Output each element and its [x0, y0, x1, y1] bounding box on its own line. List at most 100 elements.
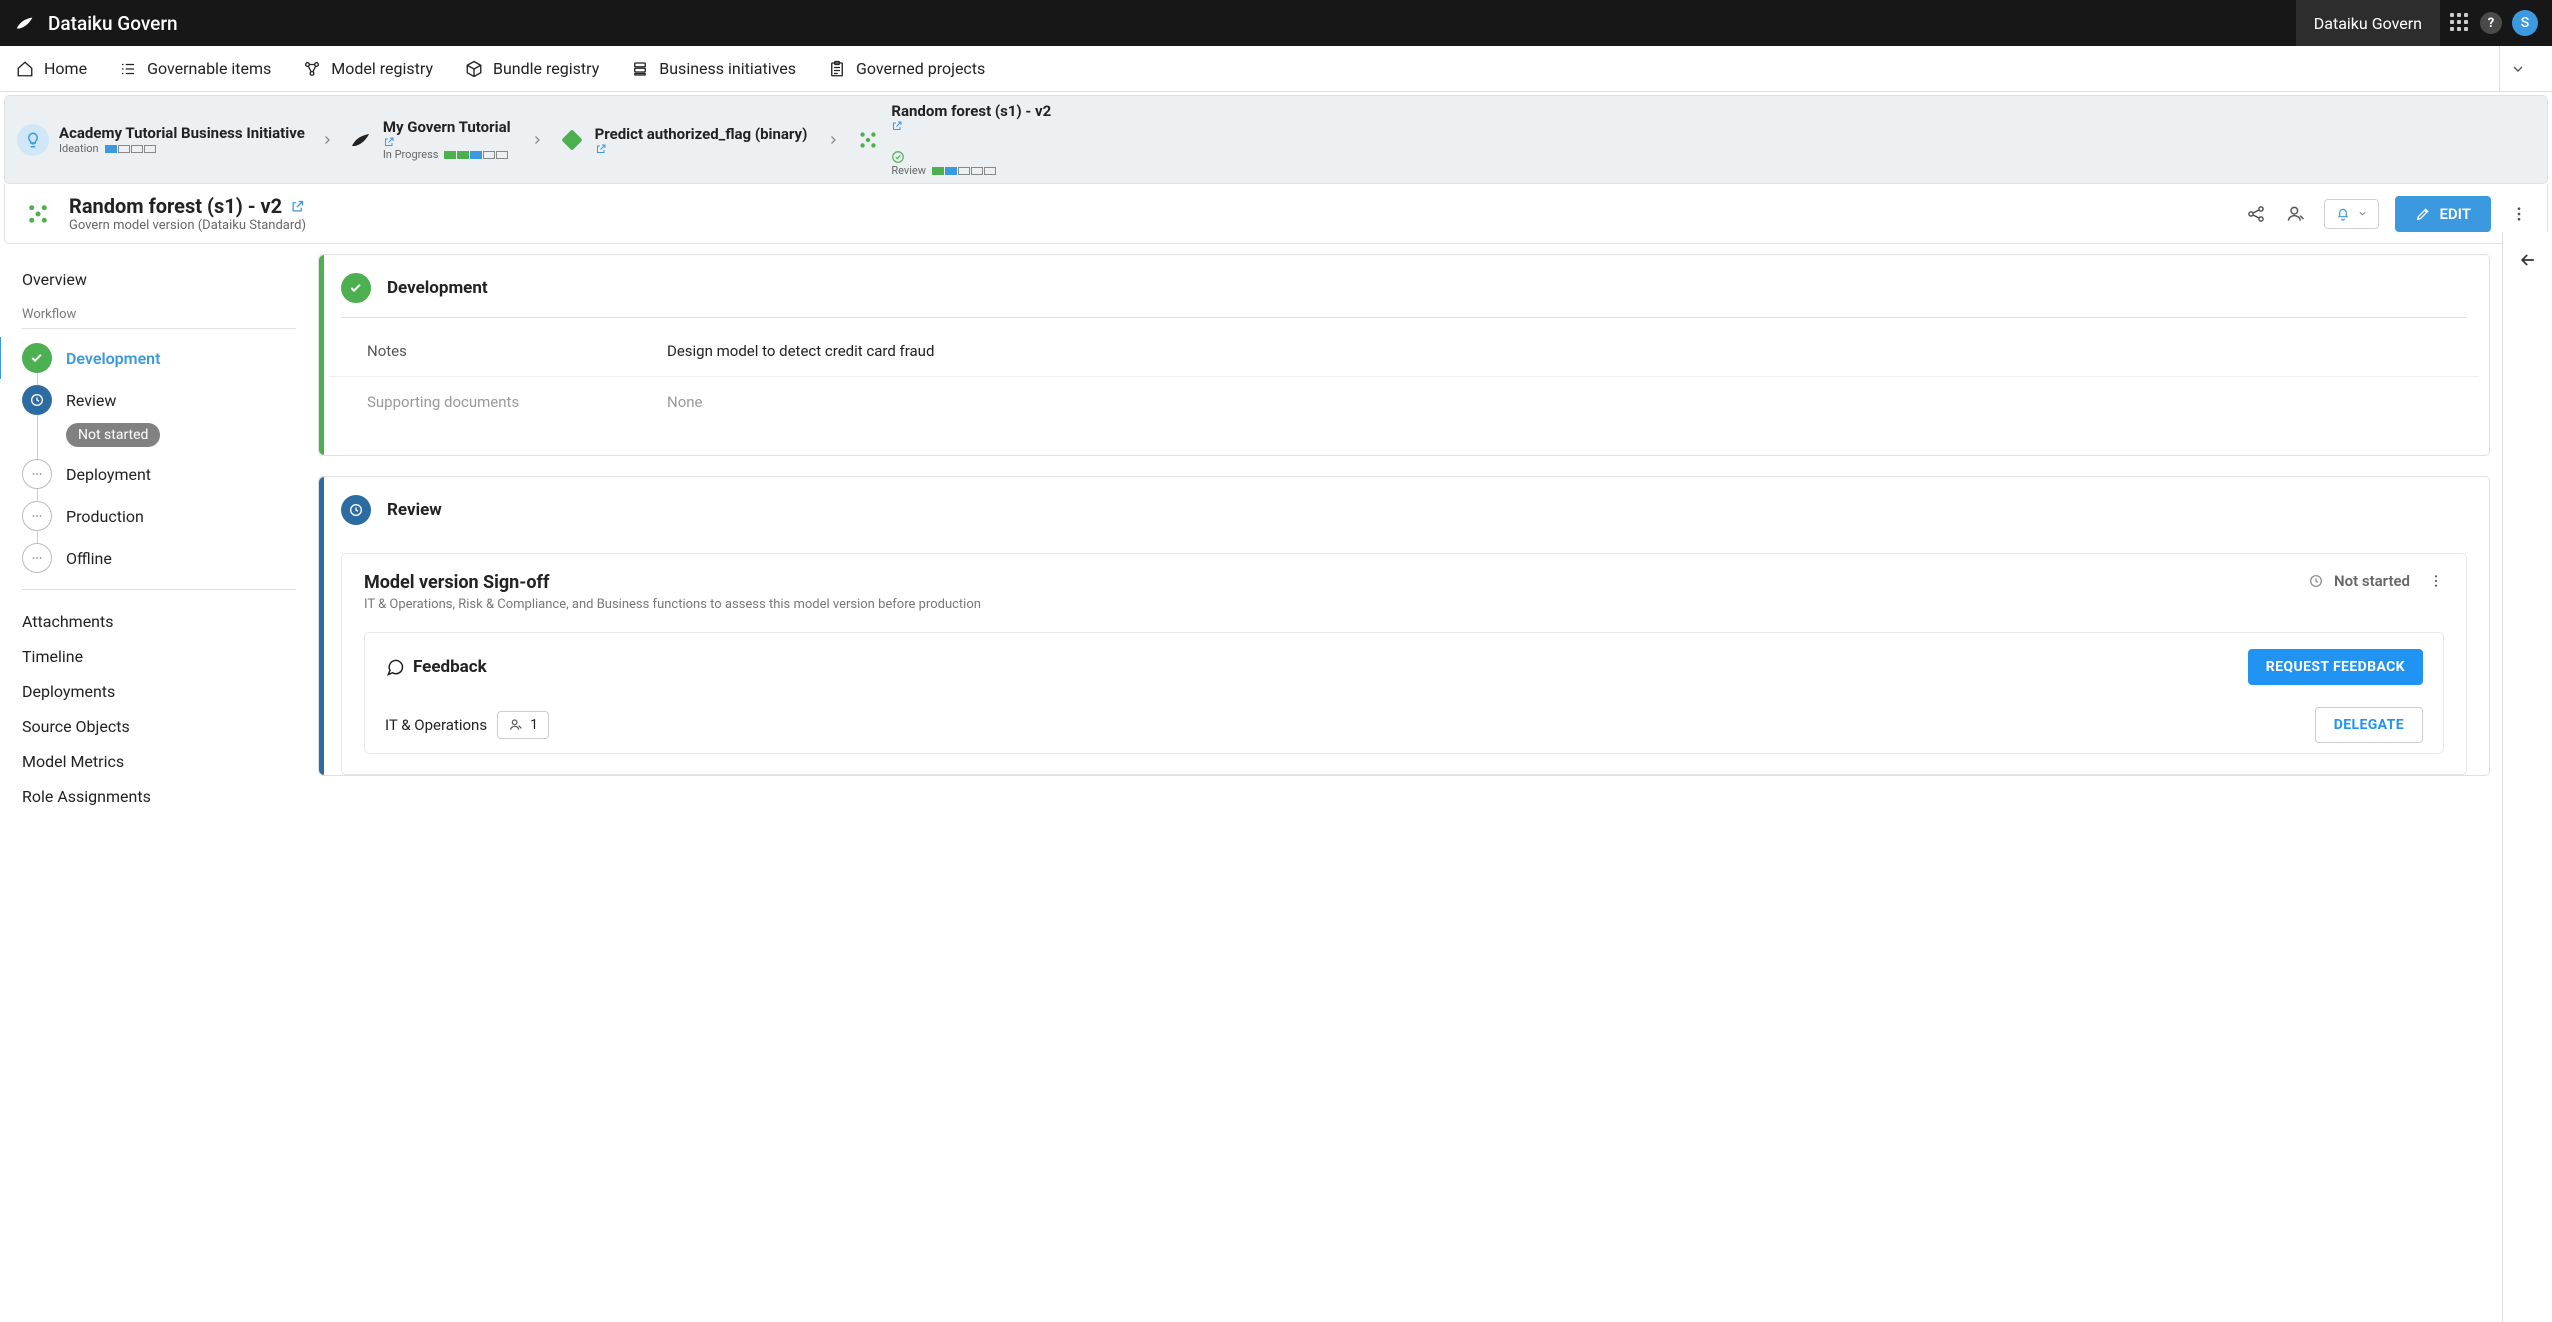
field-label-notes: Notes	[367, 342, 667, 360]
sidebar-role-assignments[interactable]: Role Assignments	[22, 779, 296, 814]
page-header: Random forest (s1) - v2 Govern model ver…	[4, 184, 2548, 244]
workflow-label: Development	[66, 349, 160, 368]
user-icon	[508, 717, 524, 733]
assignee-chip[interactable]: 1	[497, 711, 549, 739]
more-menu-icon[interactable]	[2428, 573, 2444, 589]
workflow-label: Offline	[66, 549, 112, 568]
card-stripe	[319, 255, 324, 455]
breadcrumb-title: Predict authorized_flag (binary)	[595, 125, 808, 143]
workflow-step-offline[interactable]: Offline	[22, 537, 296, 579]
workflow-label: Production	[66, 507, 144, 526]
arrow-left-icon[interactable]	[2518, 250, 2538, 1322]
nav-expand-chevron[interactable]	[2499, 46, 2536, 92]
card-title: Review	[387, 500, 442, 520]
delegate-button[interactable]: DELEGATE	[2315, 707, 2423, 743]
edit-button[interactable]: EDIT	[2395, 196, 2491, 232]
signoff-title: Model version Sign-off	[364, 572, 981, 593]
development-card: Development Notes Design model to detect…	[318, 254, 2490, 456]
model-version-icon	[855, 127, 881, 153]
check-icon	[341, 273, 371, 303]
nav-projects-label: Governed projects	[856, 59, 985, 78]
clock-icon	[22, 385, 52, 415]
nav-model-registry[interactable]: Model registry	[303, 59, 433, 78]
breadcrumb-item-model[interactable]: Predict authorized_flag (binary)	[559, 125, 812, 155]
breadcrumb-item-model-version[interactable]: Random forest (s1) - v2 Review	[855, 102, 1055, 177]
workflow-step-review[interactable]: Review	[22, 379, 296, 421]
signoff-status-text: Not started	[2334, 572, 2410, 590]
pencil-icon	[2415, 206, 2431, 222]
assignee-count: 1	[530, 717, 538, 733]
card-title: Development	[387, 278, 488, 298]
sidebar-timeline[interactable]: Timeline	[22, 639, 296, 674]
dots-icon	[22, 543, 52, 573]
lightbulb-icon	[17, 124, 49, 156]
dots-icon	[22, 459, 52, 489]
chevron-down-icon	[2357, 208, 2368, 219]
nav-business-initiatives[interactable]: Business initiatives	[631, 59, 796, 78]
request-feedback-button[interactable]: REQUEST FEEDBACK	[2248, 649, 2423, 685]
nav-bundle-registry[interactable]: Bundle registry	[465, 59, 599, 78]
nav-home-label: Home	[44, 59, 87, 78]
sidebar-model-metrics[interactable]: Model Metrics	[22, 744, 296, 779]
status-badge: Not started	[66, 423, 160, 447]
chat-icon	[385, 657, 405, 677]
breadcrumb-sub: Ideation	[59, 142, 99, 155]
external-link-icon[interactable]	[891, 120, 1055, 132]
field-value-docs: None	[667, 393, 703, 411]
page-title: Random forest (s1) - v2	[69, 194, 282, 218]
workflow-label: Review	[66, 391, 116, 410]
apps-grid-icon[interactable]	[2450, 13, 2470, 33]
nav-home[interactable]: Home	[16, 59, 87, 78]
sidebar-source-objects[interactable]: Source Objects	[22, 709, 296, 744]
breadcrumb-item-initiative[interactable]: Academy Tutorial Business Initiative Ide…	[17, 124, 305, 156]
app-title: Dataiku Govern	[48, 12, 178, 35]
chevron-right-icon	[315, 134, 339, 146]
share-icon[interactable]	[2244, 202, 2268, 226]
more-menu-icon[interactable]	[2507, 202, 2531, 226]
signoff-desc: IT & Operations, Risk & Compliance, and …	[364, 597, 981, 612]
sidebar-workflow-header: Workflow	[22, 297, 296, 329]
check-circle-icon	[891, 150, 1055, 164]
breadcrumb-sub: In Progress	[383, 148, 439, 161]
clipboard-icon	[828, 60, 846, 78]
breadcrumb-title: Academy Tutorial Business Initiative	[59, 124, 305, 142]
progress-indicator	[932, 167, 996, 175]
instance-switcher[interactable]: Dataiku Govern	[2296, 0, 2440, 46]
model-icon	[303, 60, 321, 78]
sidebar-overview[interactable]: Overview	[22, 262, 296, 297]
field-label-docs: Supporting documents	[367, 393, 667, 411]
nav-governable-items[interactable]: Governable items	[119, 59, 271, 78]
workflow-step-production[interactable]: Production	[22, 495, 296, 537]
review-card: Review Model version Sign-off IT & Opera…	[318, 476, 2490, 776]
clock-outline-icon	[2308, 573, 2324, 589]
feedback-role: IT & Operations	[385, 716, 487, 734]
topbar: Dataiku Govern Dataiku Govern ? S	[0, 0, 2552, 46]
workflow-label: Deployment	[66, 465, 151, 484]
notifications-dropdown[interactable]	[2324, 199, 2379, 229]
user-role-icon[interactable]	[2284, 202, 2308, 226]
workflow-step-deployment[interactable]: Deployment	[22, 453, 296, 495]
signoff-box: Model version Sign-off IT & Operations, …	[341, 553, 2467, 775]
field-value-notes: Design model to detect credit card fraud	[667, 342, 934, 360]
external-link-icon[interactable]	[290, 199, 305, 214]
workflow-step-development[interactable]: Development	[22, 337, 296, 379]
page-subtitle: Govern model version (Dataiku Standard)	[69, 218, 306, 233]
help-icon[interactable]: ?	[2480, 12, 2502, 34]
chevron-right-icon	[525, 134, 549, 146]
feedback-box: Feedback REQUEST FEEDBACK IT & Operation…	[364, 632, 2444, 754]
cube-icon	[465, 60, 483, 78]
bell-icon	[2335, 206, 2351, 222]
progress-indicator	[444, 151, 508, 159]
dots-icon	[22, 501, 52, 531]
list-check-icon	[119, 60, 137, 78]
sidebar-deployments[interactable]: Deployments	[22, 674, 296, 709]
sidebar-attachments[interactable]: Attachments	[22, 604, 296, 639]
user-avatar[interactable]: S	[2512, 10, 2538, 36]
dataiku-bird-icon	[14, 12, 36, 34]
breadcrumb-item-project[interactable]: My Govern Tutorial In Progress	[349, 118, 515, 161]
sidebar: Overview Workflow Development Review Not…	[0, 254, 318, 822]
breadcrumb-title: My Govern Tutorial	[383, 118, 511, 136]
external-link-icon[interactable]	[595, 143, 812, 155]
nav-governed-projects[interactable]: Governed projects	[828, 59, 985, 78]
external-link-icon[interactable]	[383, 136, 515, 148]
